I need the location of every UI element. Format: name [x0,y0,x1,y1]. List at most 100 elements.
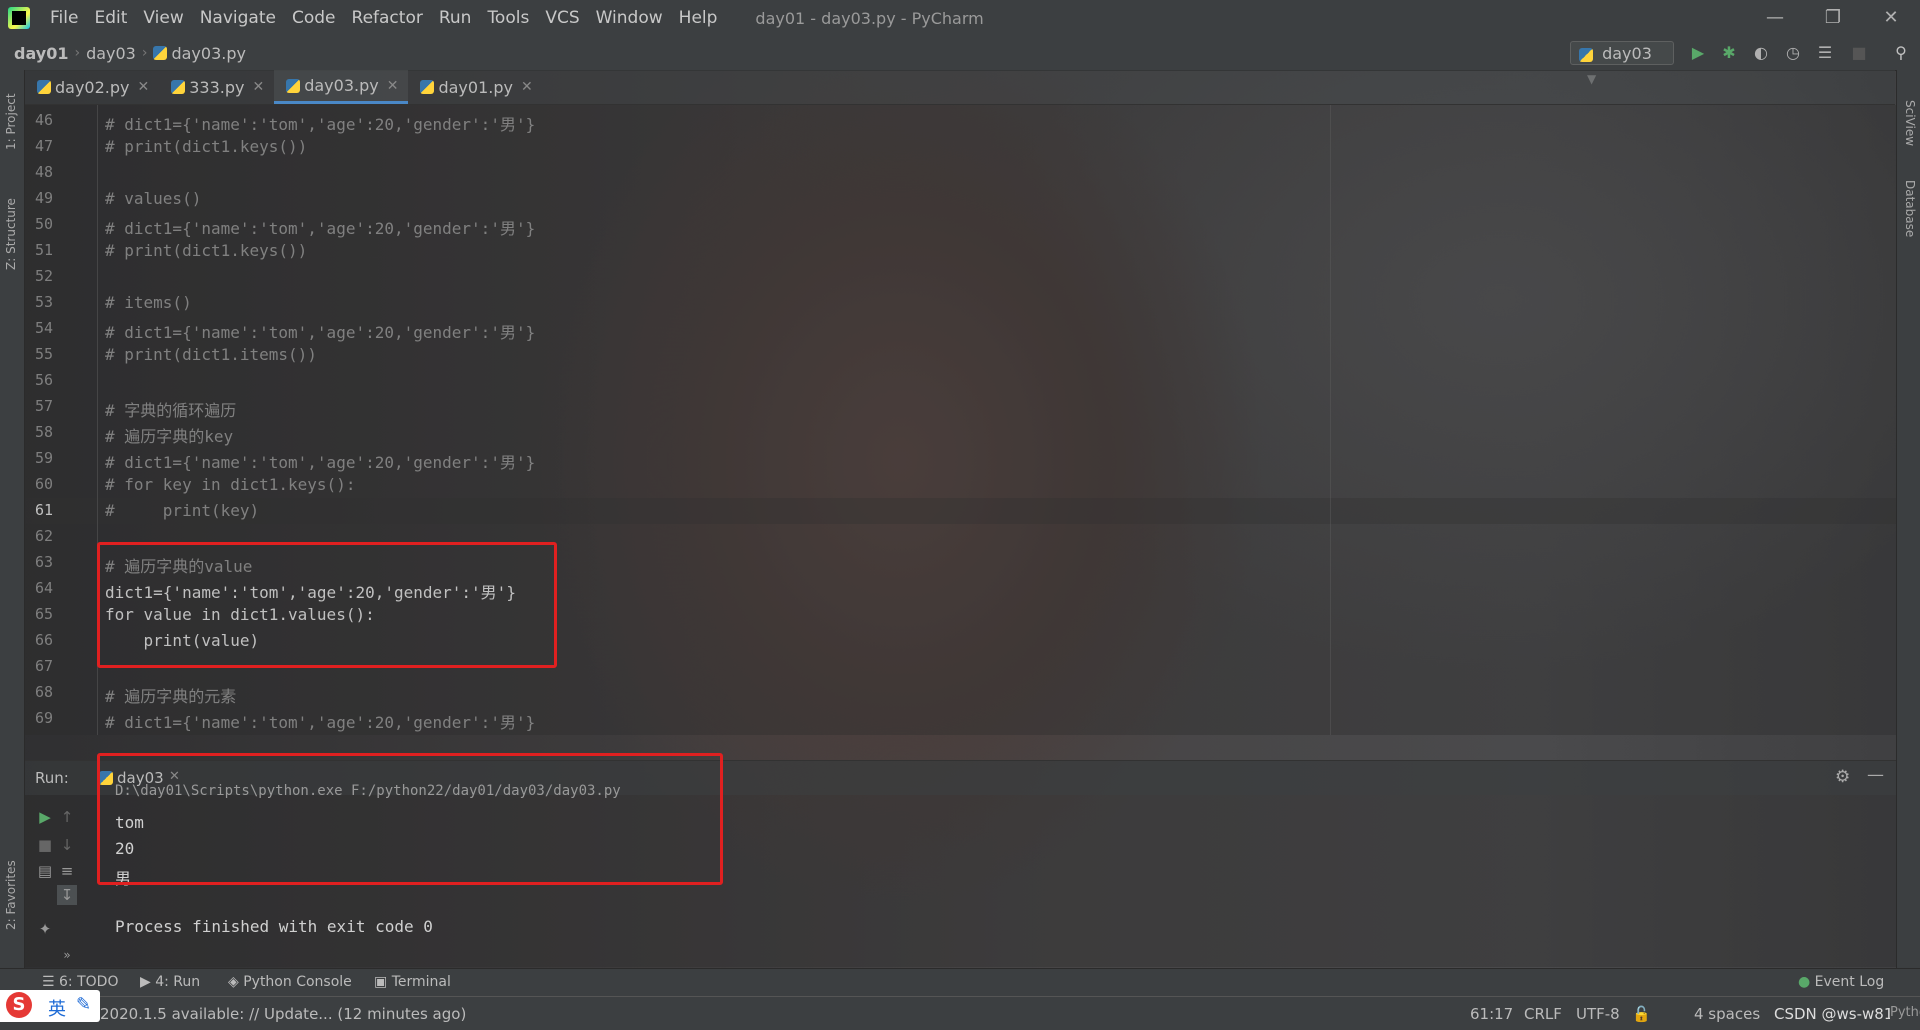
rerun-icon[interactable]: ▶ [35,807,55,827]
line-separator[interactable]: CRLF [1524,1005,1562,1023]
line-number: 51 [34,241,53,259]
status-bar: 2020.1.5 available: // Update... (12 min… [0,996,1920,1030]
code-line: # print(dict1.keys()) [105,137,308,156]
layout-icon[interactable]: ▤ [35,861,55,881]
menu-file[interactable]: File [42,0,86,36]
favorites-tool-tab[interactable]: 2: Favorites [4,860,18,930]
menu-tools[interactable]: Tools [479,0,537,36]
code-line: # print(key) [105,501,260,520]
project-tool-tab[interactable]: 1: Project [4,93,18,150]
interpreter-indicator[interactable]: Python 3.7 (day01) [1890,1005,1920,1020]
python-file-icon [1579,47,1593,62]
python-file-icon [37,80,51,94]
status-message[interactable]: 2020.1.5 available: // Update... (12 min… [100,1005,466,1023]
pen-icon[interactable]: ✎ [76,994,91,1015]
caret-position[interactable]: 61:17 [1470,1005,1513,1023]
tab-day01[interactable]: day01.py ✕ [408,70,542,104]
code-editor[interactable]: 46 47 48 49 50 51 52 53 54 55 56 57 58 5… [25,105,1896,735]
breadcrumb-folder[interactable]: day03 [86,44,136,63]
stop-icon[interactable]: ■ [1850,44,1868,62]
terminal-tool-tab[interactable]: ▣ Terminal [374,974,451,990]
menu-edit[interactable]: Edit [86,0,135,36]
run-panel: Run: day03 ✕ ⚙ — ▶ ■ ↑ ↓ ▤ ≡ ↧ ✦ » D:\da… [25,753,1896,967]
close-tab-icon[interactable]: ✕ [252,79,264,95]
close-tab-icon[interactable]: ✕ [387,78,399,94]
menu-view[interactable]: View [135,0,191,36]
line-number: 54 [34,319,53,337]
close-tab-icon[interactable]: ✕ [138,79,150,95]
file-encoding[interactable]: UTF-8 [1576,1005,1620,1023]
right-margin-guide [1330,105,1331,735]
console-finished-line: Process finished with exit code 0 [115,917,433,936]
minimize-icon[interactable]: — [1746,0,1804,36]
ime-mode[interactable]: 英 [48,995,66,1021]
breadcrumb-project[interactable]: day01 [14,44,68,63]
more-icon[interactable]: » [57,945,77,965]
menu-help[interactable]: Help [671,0,726,36]
line-number: 68 [34,683,53,701]
code-line: # 遍历字典的key [105,427,234,446]
menu-vcs[interactable]: VCS [537,0,587,36]
tab-day02[interactable]: day02.py ✕ [25,70,159,104]
line-number: 59 [34,449,53,467]
editor-tabs: day02.py ✕ 333.py ✕ day03.py ✕ day01.py … [25,70,1895,105]
left-tool-strip: 1: Project Z: Structure 2: Favorites [0,70,25,970]
menu-navigate[interactable]: Navigate [192,0,284,36]
debug-icon[interactable]: ✱ [1720,44,1738,62]
menu-refactor[interactable]: Refactor [344,0,431,36]
hide-panel-icon[interactable]: — [1867,765,1884,785]
menu-run[interactable]: Run [431,0,480,36]
structure-tool-tab[interactable]: Z: Structure [4,198,18,270]
profile-icon[interactable]: ◷ [1784,44,1802,62]
line-number: 49 [34,189,53,207]
soft-wrap-icon[interactable]: ≡ [57,861,77,881]
concurrency-icon[interactable]: ☰ [1816,44,1834,62]
line-number: 53 [34,293,53,311]
code-line: # 字典的循环遍历 [105,401,237,420]
run-tool-tab[interactable]: ▶ 4: Run [140,974,200,990]
code-line: # items() [105,293,192,312]
scroll-to-end-icon[interactable]: ↧ [57,885,77,905]
gear-icon[interactable]: ⚙ [1835,767,1850,787]
line-number: 63 [34,553,53,571]
pin-icon[interactable]: ✦ [35,919,55,939]
window-title: day01 - day03.py - PyCharm [755,8,984,28]
coverage-icon[interactable]: ◐ [1752,44,1770,62]
todo-tool-tab[interactable]: ☰ 6: TODO [42,974,118,990]
tab-333[interactable]: 333.py ✕ [159,70,274,104]
python-console-tool-tab[interactable]: ◈ Python Console [228,974,352,990]
stop-icon[interactable]: ■ [35,835,55,855]
event-log-tool-tab[interactable]: ● Event Log [1798,974,1884,990]
line-number: 48 [34,163,53,181]
breadcrumb-file[interactable]: day03.py [171,44,246,63]
chevron-right-icon: › [74,45,81,61]
line-number: 56 [34,371,53,389]
database-tool-tab[interactable]: Database [1903,180,1917,237]
python-console-label: Python Console [243,974,352,990]
arrow-up-icon[interactable]: ↑ [57,807,77,827]
close-icon[interactable]: ✕ [1862,0,1920,36]
terminal-label: Terminal [391,974,451,990]
line-number: 69 [34,709,53,727]
close-tab-icon[interactable]: ✕ [521,79,533,95]
run-config-select[interactable]: day03 ▼ [1570,41,1674,86]
run-label: Run: [35,769,69,787]
arrow-down-icon[interactable]: ↓ [57,835,77,855]
restore-icon[interactable]: ❐ [1804,0,1862,36]
lock-icon[interactable]: 🔓 [1632,1005,1651,1023]
indent-setting[interactable]: 4 spaces [1694,1005,1760,1023]
menu-window[interactable]: Window [588,0,671,36]
ime-toolbar[interactable]: S 英 ✎ [0,990,100,1022]
sogou-logo-icon: S [6,992,32,1018]
line-number: 55 [34,345,53,363]
tab-day03[interactable]: day03.py ✕ [274,70,409,104]
line-number: 50 [34,215,53,233]
highlight-box [97,753,723,885]
python-file-icon [286,78,301,93]
code-line: # print(dict1.keys()) [105,241,308,260]
run-icon[interactable]: ▶ [1689,44,1707,62]
python-file-icon [153,46,168,60]
menu-code[interactable]: Code [284,0,344,36]
search-icon[interactable]: ⚲ [1892,44,1910,62]
sciview-tool-tab[interactable]: SciView [1903,100,1917,146]
